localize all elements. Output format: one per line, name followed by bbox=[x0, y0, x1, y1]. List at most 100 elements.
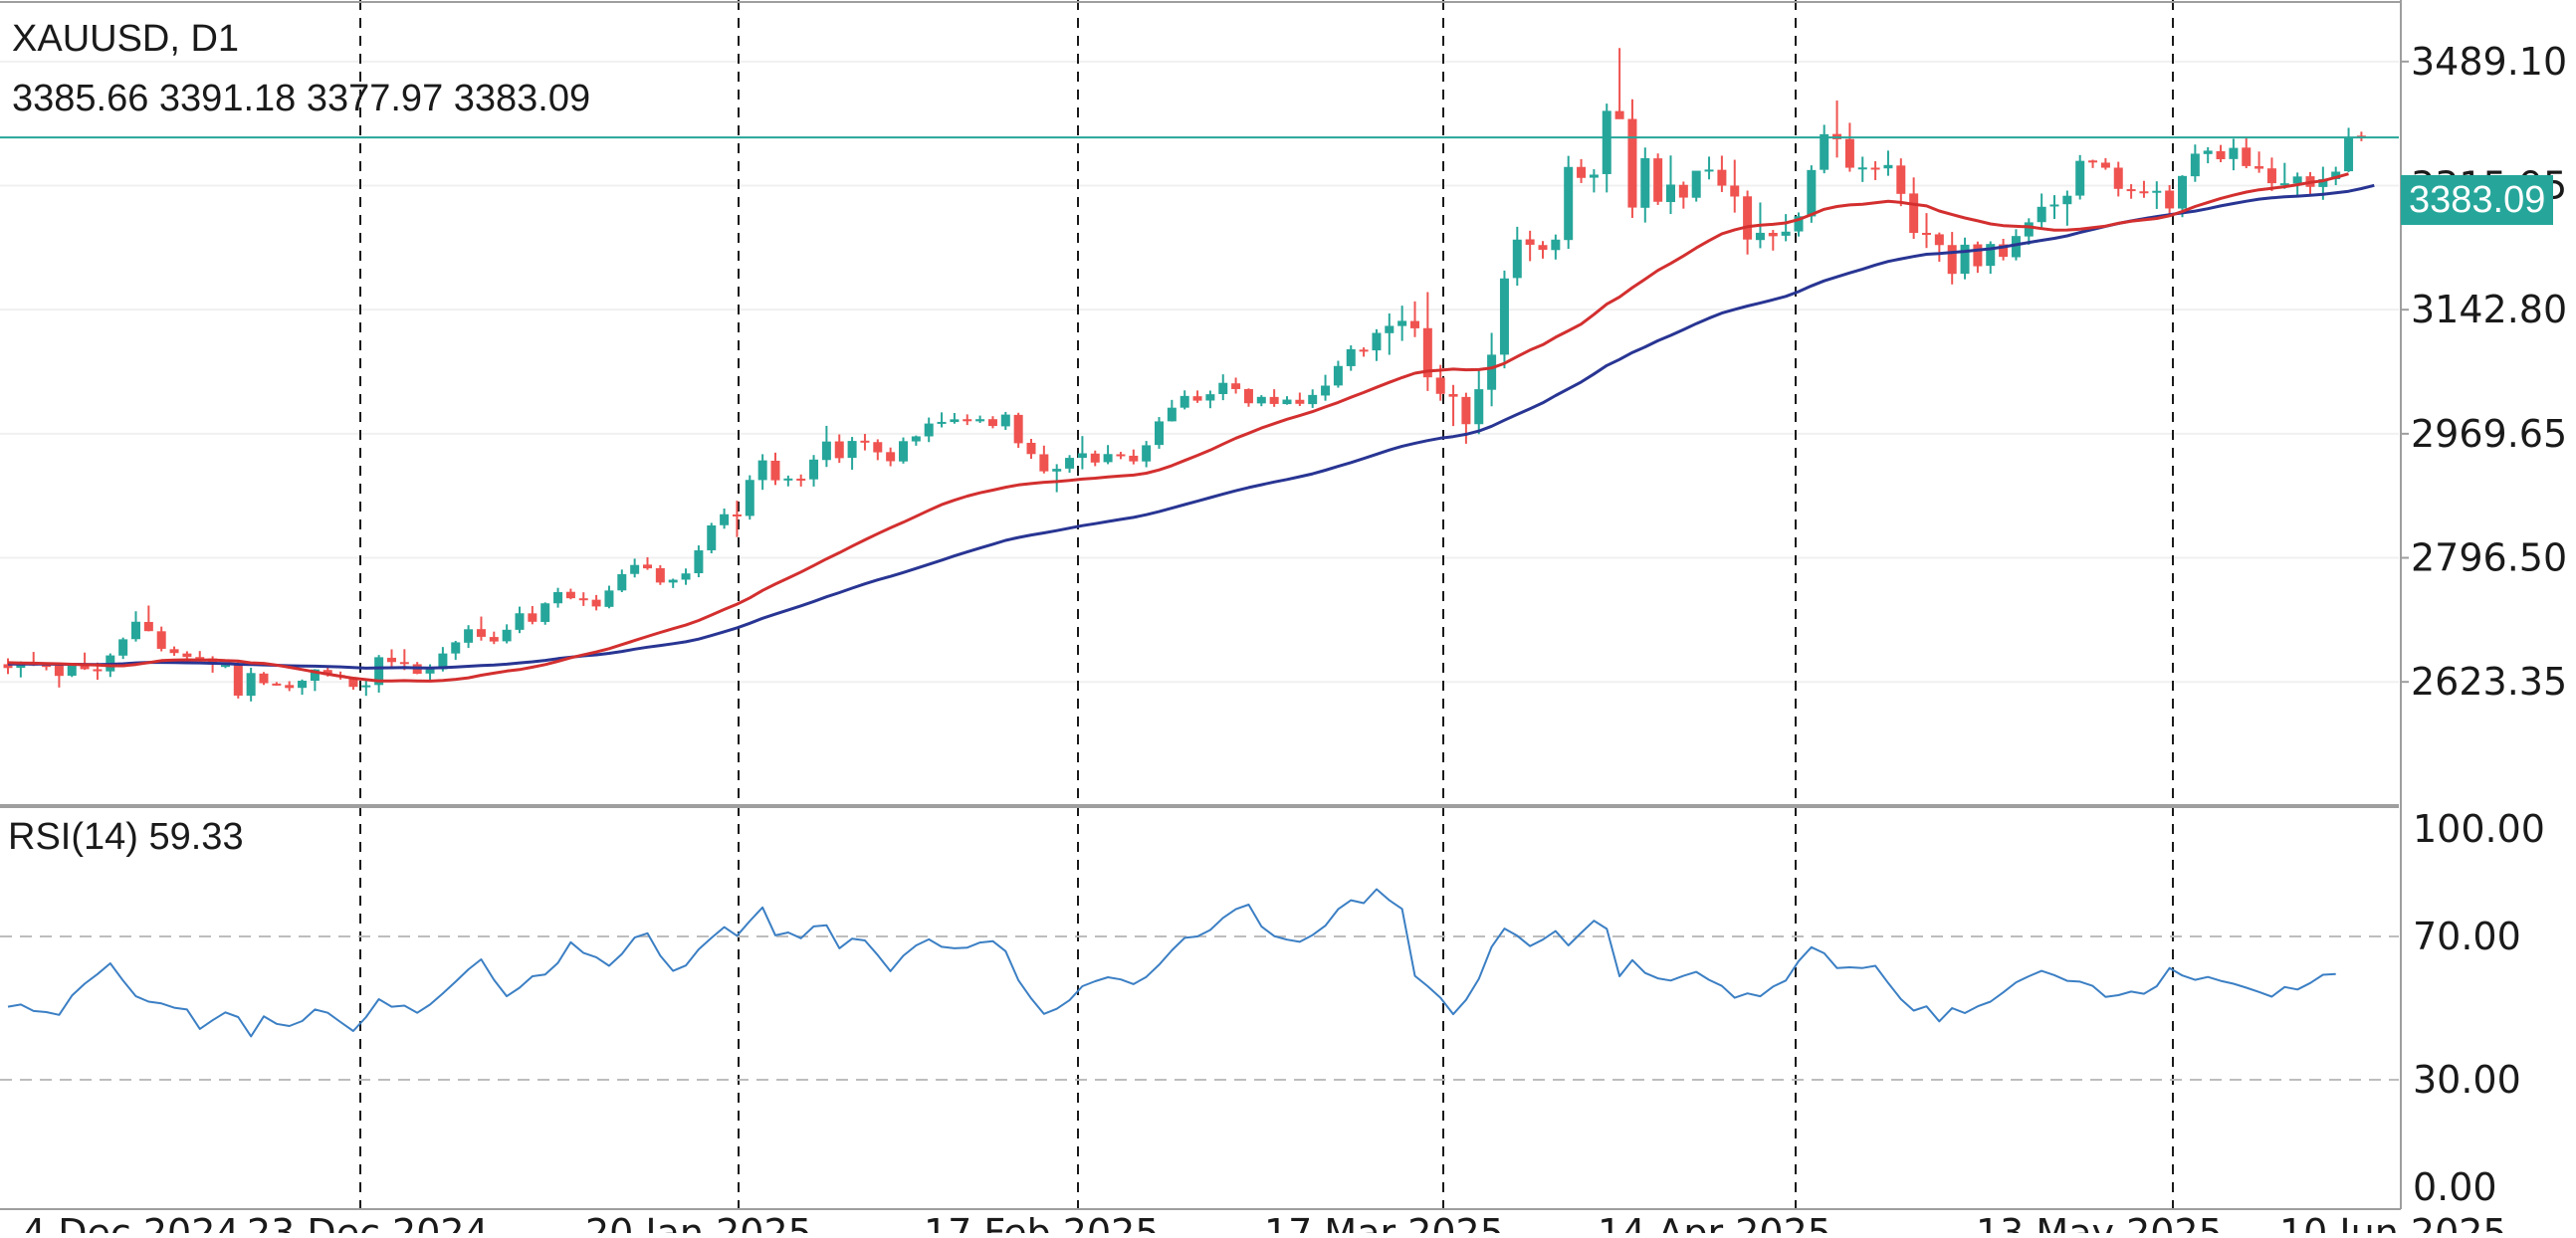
candle-body bbox=[1410, 320, 1419, 328]
candle-body bbox=[1065, 458, 1075, 469]
date-tick-label: 13 May 2025 bbox=[1976, 1211, 2223, 1233]
candle-body bbox=[285, 685, 295, 689]
candle-body bbox=[1857, 167, 1867, 170]
candle-body bbox=[553, 592, 563, 604]
candle-body bbox=[1564, 166, 1574, 241]
price-tick-label: 2969.65 bbox=[2411, 412, 2567, 456]
candle-body bbox=[1602, 110, 1611, 174]
date-tick-label: 14 Apr 2025 bbox=[1598, 1211, 1831, 1233]
candle-body bbox=[1947, 245, 1957, 275]
candle-body bbox=[1577, 166, 1587, 178]
candle-body bbox=[1359, 349, 1369, 352]
candle-body bbox=[668, 579, 678, 583]
candle-body bbox=[1282, 399, 1292, 405]
chart-area[interactable]: 3489.103315.953142.802969.652796.502623.… bbox=[0, 0, 2576, 1238]
candle-body bbox=[1218, 382, 1228, 394]
candle-body bbox=[694, 550, 704, 573]
rsi-indicator-label: RSI(14) 59.33 bbox=[8, 816, 244, 858]
candle-body bbox=[1781, 231, 1791, 236]
candle-body bbox=[1077, 453, 1087, 459]
candle-body bbox=[617, 573, 627, 591]
candle-body bbox=[1397, 320, 1407, 326]
candle-body bbox=[1512, 239, 1522, 279]
candle-body bbox=[1768, 233, 1778, 237]
candle-body bbox=[745, 480, 754, 516]
candle-body bbox=[2113, 167, 2123, 189]
candle-body bbox=[425, 669, 435, 674]
candle-body bbox=[2292, 176, 2302, 184]
candle-body bbox=[156, 631, 166, 649]
candle-body bbox=[1333, 365, 1343, 386]
candle-body bbox=[2062, 195, 2072, 205]
candle-body bbox=[1640, 157, 1650, 208]
candle-body bbox=[2088, 160, 2098, 163]
candle-body bbox=[2203, 150, 2213, 154]
candle-body bbox=[361, 685, 371, 688]
candle-body bbox=[1627, 118, 1637, 208]
candle-body bbox=[476, 629, 486, 637]
candle-body bbox=[1167, 407, 1177, 422]
candle-body bbox=[528, 613, 537, 622]
candle-body bbox=[1717, 169, 1727, 186]
date-tick-label: 17 Mar 2025 bbox=[1264, 1211, 1504, 1233]
candle-body bbox=[1807, 169, 1817, 217]
candle-body bbox=[1743, 196, 1753, 240]
candle-body bbox=[1052, 469, 1062, 472]
candle-body bbox=[1755, 232, 1765, 241]
candle-body bbox=[578, 598, 588, 601]
candle-body bbox=[502, 629, 512, 642]
candle-body bbox=[1525, 239, 1535, 245]
rsi-line bbox=[7, 888, 2336, 1038]
candle-body bbox=[1129, 455, 1139, 462]
candle-body bbox=[757, 460, 767, 481]
candle-body bbox=[1666, 184, 1675, 203]
rsi-tick-label: 0.00 bbox=[2413, 1165, 2497, 1209]
candle-body bbox=[1678, 184, 1688, 198]
candle-body bbox=[1538, 245, 1548, 250]
candle-body bbox=[1372, 332, 1382, 351]
candle-body bbox=[1269, 396, 1279, 404]
current-price-badge: 3383.09 bbox=[2401, 175, 2554, 225]
candle-body bbox=[1013, 414, 1023, 444]
candle-body bbox=[591, 599, 601, 607]
candle-body bbox=[1090, 453, 1100, 463]
chart-svg[interactable]: 3489.103315.953142.802969.652796.502623.… bbox=[0, 0, 2576, 1238]
candle-body bbox=[1039, 454, 1049, 472]
candle-body bbox=[1321, 385, 1331, 396]
candle-body bbox=[911, 436, 921, 442]
candle-body bbox=[1922, 233, 1931, 235]
candle-body bbox=[899, 441, 908, 462]
candle-body bbox=[950, 419, 960, 423]
date-tick-label: 4 Dec 2024 bbox=[22, 1211, 240, 1233]
candle-body bbox=[131, 621, 140, 640]
candle-body bbox=[1026, 442, 1036, 455]
candle-body bbox=[451, 642, 461, 654]
candle-body bbox=[783, 478, 793, 481]
candle-body bbox=[860, 440, 870, 443]
candle-body bbox=[540, 603, 550, 622]
candle-body bbox=[2242, 147, 2252, 166]
candle-body bbox=[2100, 162, 2110, 168]
candle-body bbox=[118, 639, 128, 656]
candle-body bbox=[1487, 354, 1497, 390]
candle-body bbox=[2178, 175, 2187, 209]
candle-body bbox=[1243, 388, 1253, 404]
candle-body bbox=[924, 423, 934, 437]
candle-body bbox=[1960, 244, 1970, 275]
candle-body bbox=[182, 653, 192, 658]
candle-body bbox=[1385, 325, 1395, 333]
candle-body bbox=[220, 665, 230, 668]
candle-body bbox=[1308, 394, 1318, 405]
candle-body bbox=[1973, 244, 1983, 267]
candle-body bbox=[2254, 166, 2264, 169]
candle-body bbox=[770, 460, 780, 481]
date-tick-label: 23 Dec 2024 bbox=[247, 1211, 489, 1233]
candle-body bbox=[1820, 133, 1829, 170]
rsi-tick-label: 70.00 bbox=[2413, 915, 2521, 958]
date-tick-label: 17 Feb 2025 bbox=[924, 1211, 1160, 1233]
candle-body bbox=[821, 441, 831, 461]
price-tick-label: 3489.10 bbox=[2411, 40, 2567, 84]
candle-body bbox=[1295, 399, 1305, 404]
candle-body bbox=[1474, 389, 1484, 425]
candle-body bbox=[720, 514, 730, 525]
